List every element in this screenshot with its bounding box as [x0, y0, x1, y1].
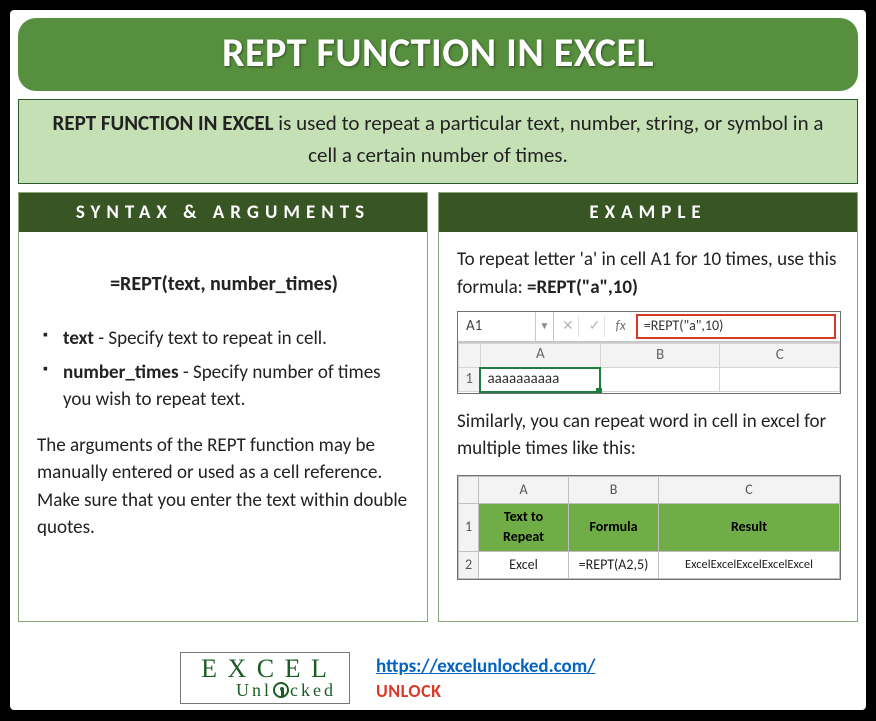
excel-unlocked-logo: E X C E L Unlcked: [180, 652, 350, 704]
row-header: 1: [459, 503, 479, 551]
col-header: B: [600, 344, 720, 368]
example-heading: EXAMPLE: [439, 193, 857, 232]
intro-text: is used to repeat a particular text, num…: [274, 110, 824, 168]
footer-tag: UNLOCK: [376, 680, 595, 702]
table-header-cell: Formula: [569, 503, 659, 551]
table-header-cell: Text to Repeat: [479, 503, 569, 551]
syntax-body: =REPT(text, number_times) text - Specify…: [19, 232, 427, 556]
table-cell: ExcelExcelExcelExcelExcel: [659, 551, 840, 578]
fx-icon: fx: [611, 316, 629, 336]
page-title: REPT FUNCTION IN EXCEL: [26, 28, 850, 77]
confirm-icon: ✓: [585, 316, 606, 336]
selected-cell: aaaaaaaaaa: [480, 368, 600, 392]
excel-screenshot-1: A1 ▼ ✕ ✓ fx =REPT("a",10): [457, 311, 841, 394]
formula-bar: A1 ▼ ✕ ✓ fx =REPT("a",10): [458, 312, 840, 342]
example-intro-text: To repeat letter 'a' in cell A1 for 10 t…: [457, 248, 836, 299]
arg-name: text: [63, 327, 94, 350]
table-cell: Excel: [479, 551, 569, 578]
syntax-heading: SYNTAX & ARGUMENTS: [19, 193, 427, 232]
namebox-dropdown-icon: ▼: [536, 312, 554, 341]
col-header: A: [479, 476, 569, 503]
empty-cell: [720, 368, 840, 392]
table-cell: =REPT(A2,5): [569, 551, 659, 578]
arg-desc: - Specify text to repeat in cell.: [94, 327, 327, 350]
footer-text: https://excelunlocked.com/ UNLOCK: [376, 655, 595, 702]
example-card: EXAMPLE To repeat letter 'a' in cell A1 …: [438, 192, 858, 622]
site-link[interactable]: https://excelunlocked.com/: [376, 655, 595, 678]
formula-value: =REPT("a",10): [636, 314, 836, 339]
row-header: 2: [459, 551, 479, 578]
footer: E X C E L Unlcked https://excelunlocked.…: [180, 652, 856, 704]
col-header: A: [480, 344, 600, 368]
corner-cell: [459, 476, 479, 503]
columns: SYNTAX & ARGUMENTS =REPT(text, number_ti…: [18, 192, 858, 622]
syntax-note: The arguments of the REPT function may b…: [37, 432, 411, 542]
col-header: B: [569, 476, 659, 503]
arg-name: number_times: [63, 361, 179, 384]
col-header: C: [659, 476, 840, 503]
row-header: 1: [459, 368, 481, 392]
infographic-card: REPT FUNCTION IN EXCEL REPT FUNCTION IN …: [10, 10, 866, 710]
col-header: C: [720, 344, 840, 368]
logo-top: E X C E L: [201, 657, 329, 682]
example-intro: To repeat letter 'a' in cell A1 for 10 t…: [457, 246, 841, 301]
table-header-cell: Result: [659, 503, 840, 551]
empty-cell: [600, 368, 720, 392]
logo-bottom: Unlcked: [236, 682, 339, 699]
syntax-card: SYNTAX & ARGUMENTS =REPT(text, number_ti…: [18, 192, 428, 622]
argument-list: text - Specify text to repeat in cell. n…: [43, 325, 411, 414]
mini-grid: A B C 1 aaaaaaaaaa: [458, 342, 840, 393]
intro-bold: REPT FUNCTION IN EXCEL: [53, 110, 274, 136]
example-intro-formula: =REPT("a",10): [527, 276, 638, 299]
arg-text: text - Specify text to repeat in cell.: [43, 325, 411, 353]
cancel-icon: ✕: [558, 316, 579, 336]
name-box: A1: [458, 312, 536, 341]
syntax-formula: =REPT(text, number_times): [37, 270, 411, 299]
example-middle-text: Similarly, you can repeat word in cell i…: [457, 408, 841, 463]
intro-box: REPT FUNCTION IN EXCEL is used to repeat…: [18, 99, 858, 184]
arg-number-times: number_times - Specify number of times y…: [43, 359, 411, 414]
corner-cell: [459, 344, 481, 368]
example-body: To repeat letter 'a' in cell A1 for 10 t…: [439, 232, 857, 594]
formula-bar-buttons: ✕ ✓ fx: [554, 312, 634, 341]
excel-screenshot-2: A B C 1 Text to Repeat Formula Result 2: [457, 475, 841, 580]
keyhole-icon: [273, 682, 289, 698]
title-banner: REPT FUNCTION IN EXCEL: [18, 18, 858, 91]
